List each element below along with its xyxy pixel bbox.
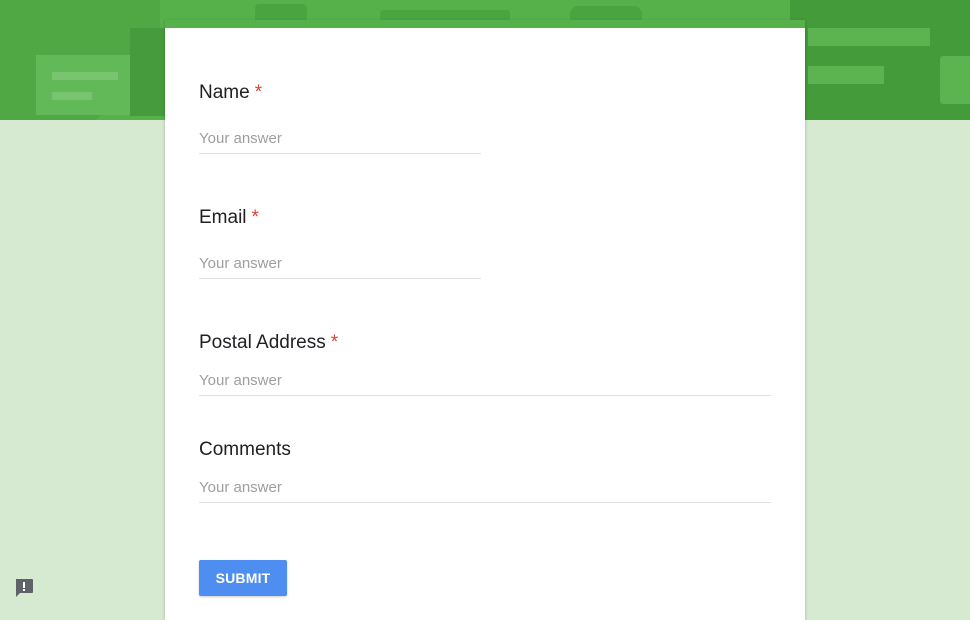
banner-decoration [808, 28, 930, 46]
postal-address-input[interactable] [199, 372, 771, 396]
form-card: Name* Email* Postal Address* Comments SU… [165, 20, 805, 620]
report-problem-icon-glyph [16, 579, 33, 597]
report-problem-icon[interactable] [13, 577, 35, 599]
question-label: Email * [199, 206, 259, 230]
question-title: Comments [199, 439, 291, 460]
banner-decoration [36, 55, 136, 115]
required-asterisk: * [251, 207, 259, 228]
banner-decoration [52, 72, 118, 80]
banner-decoration [52, 92, 92, 100]
question-email: Email * [199, 206, 481, 279]
card-accent-strip [165, 20, 805, 28]
email-input[interactable] [199, 255, 481, 279]
question-name: Name * [199, 81, 481, 154]
name-input[interactable] [199, 130, 481, 154]
banner-decoration [130, 28, 170, 116]
question-title: Postal Address [199, 332, 326, 353]
question-postal-address: Postal Address * [199, 331, 771, 396]
question-comments: Comments [199, 438, 771, 503]
submit-button[interactable]: SUBMIT [199, 560, 287, 596]
question-label: Name * [199, 81, 262, 105]
question-label: Comments [199, 438, 291, 462]
required-asterisk: * [330, 332, 339, 353]
question-title: Name [199, 82, 250, 103]
comments-input[interactable] [199, 479, 771, 503]
question-title: Email [199, 207, 247, 228]
banner-decoration [940, 56, 970, 104]
banner-decoration [808, 66, 884, 84]
required-asterisk: * [254, 82, 263, 103]
question-label: Postal Address * [199, 331, 338, 355]
